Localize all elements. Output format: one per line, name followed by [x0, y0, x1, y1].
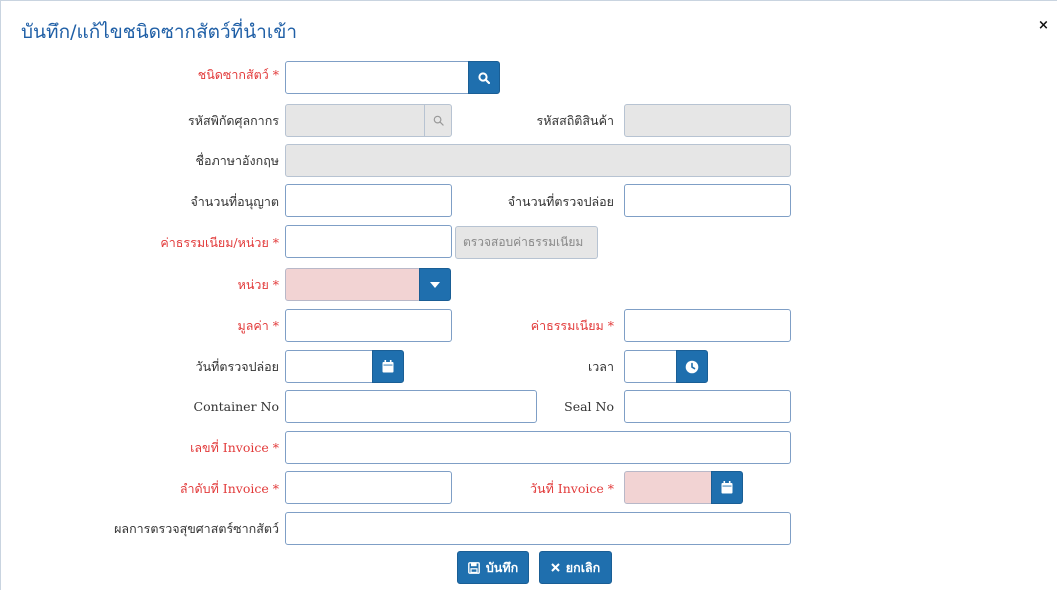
carcass-search-button[interactable]	[468, 61, 500, 94]
invoice-no-label: เลขที่ Invoice *	[190, 440, 279, 455]
tariff-code-input	[285, 104, 427, 137]
caret-down-icon	[430, 281, 440, 288]
invoice-no-input[interactable]	[285, 431, 791, 464]
unit-select[interactable]	[285, 268, 421, 301]
close-icon[interactable]: ×	[1038, 18, 1049, 33]
fee-per-unit-input[interactable]	[285, 225, 452, 258]
seal-no-input[interactable]	[624, 390, 791, 423]
container-no-label: Container No	[193, 399, 279, 414]
seal-no-label: Seal No	[564, 399, 614, 414]
value-label: มูลค่า *	[237, 318, 279, 333]
invoice-seq-label: ลำดับที่ Invoice *	[179, 481, 279, 496]
permitted-qty-input[interactable]	[285, 184, 452, 217]
english-name-input	[285, 144, 791, 177]
vet-result-label: ผลการตรวจสุขศาสตร์ซากสัตว์	[114, 521, 279, 536]
save-button-label: บันทึก	[485, 559, 519, 575]
carcass-type-input[interactable]	[285, 61, 471, 94]
released-qty-input[interactable]	[624, 184, 791, 217]
english-name-label: ชื่อภาษาอังกฤษ	[195, 153, 280, 168]
invoice-seq-input[interactable]	[285, 471, 452, 504]
invoice-date-input[interactable]	[624, 471, 714, 504]
release-date-input[interactable]	[285, 350, 375, 383]
stat-code-label: รหัสสถิติสินค้า	[536, 113, 614, 128]
release-date-picker-button[interactable]	[372, 350, 404, 383]
clock-icon	[685, 360, 699, 373]
calendar-icon	[721, 481, 733, 494]
unit-dropdown-button[interactable]	[419, 268, 451, 301]
invoice-date-picker-button[interactable]	[711, 471, 743, 504]
tariff-search-button	[424, 104, 452, 137]
dialog-title: บันทึก/แก้ไขชนิดซากสัตว์ที่นำเข้า	[21, 21, 298, 43]
fee-label: ค่าธรรมเนียม *	[530, 318, 614, 333]
calendar-icon	[382, 360, 394, 373]
close-icon	[551, 563, 560, 572]
save-button[interactable]: บันทึก	[457, 551, 529, 584]
save-icon	[467, 561, 480, 574]
cancel-button[interactable]: ยกเลิก	[539, 551, 612, 584]
vet-result-input[interactable]	[285, 512, 791, 545]
tariff-code-label: รหัสพิกัดศุลกากร	[188, 113, 279, 128]
dialog-frame	[0, 0, 1057, 590]
fee-per-unit-label: ค่าธรรมเนียม/หน่วย *	[160, 235, 279, 250]
released-qty-label: จำนวนที่ตรวจปล่อย	[507, 194, 614, 209]
fee-input[interactable]	[624, 309, 791, 342]
container-no-input[interactable]	[285, 390, 537, 423]
unit-label: หน่วย *	[237, 277, 279, 292]
release-date-label: วันที่ตรวจปล่อย	[195, 359, 279, 374]
carcass-type-label: ชนิดซากสัตว์ *	[197, 67, 279, 82]
search-icon	[433, 115, 444, 126]
time-label: เวลา	[588, 359, 614, 374]
cancel-button-label: ยกเลิก	[565, 559, 601, 575]
invoice-date-label: วันที่ Invoice *	[530, 481, 614, 496]
time-picker-button[interactable]	[676, 350, 708, 383]
search-icon	[478, 71, 490, 84]
value-input[interactable]	[285, 309, 452, 342]
time-input[interactable]	[624, 350, 679, 383]
permitted-qty-label: จำนวนที่อนุญาต	[190, 194, 279, 209]
stat-code-input	[624, 104, 791, 137]
check-fee-button[interactable]: ตรวจสอบค่าธรรมเนียม	[455, 226, 598, 259]
